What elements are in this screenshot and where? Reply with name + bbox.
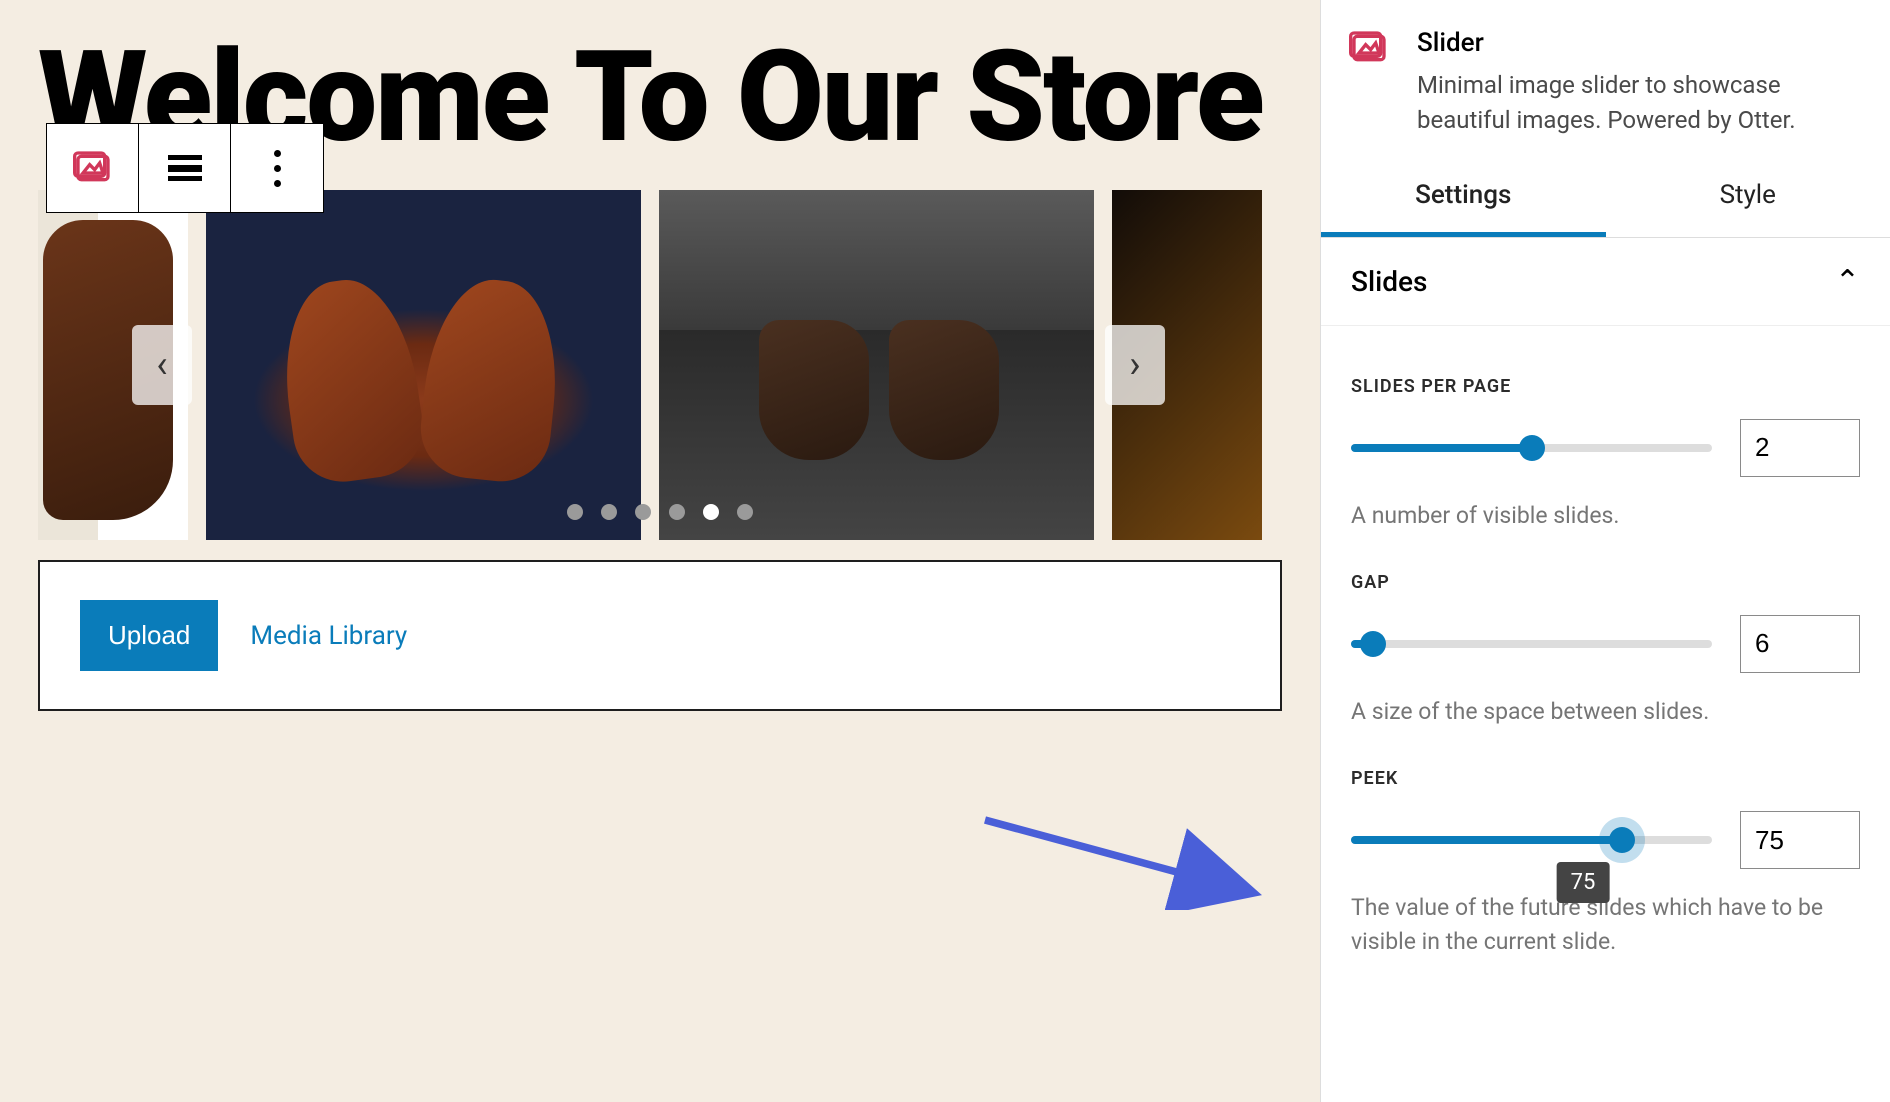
chevron-up-icon: ⌃ [1835, 264, 1860, 299]
slider-icon [73, 148, 113, 188]
block-name: Slider [1417, 28, 1862, 58]
slide-image [206, 190, 641, 540]
control-label: GAP [1351, 572, 1860, 593]
panel-title: Slides [1351, 265, 1427, 298]
slide-1 [206, 190, 641, 540]
slider-next-button[interactable]: › [1105, 325, 1165, 405]
control-help: A number of visible slides. [1351, 499, 1860, 532]
control-label: PEEK [1351, 768, 1860, 789]
slides-per-page-input[interactable] [1740, 419, 1860, 477]
align-icon [168, 155, 202, 181]
control-gap: GAP A size of the space between slides. [1351, 572, 1860, 728]
gap-input[interactable] [1740, 615, 1860, 673]
control-peek: PEEK 75 The value of the future slides w… [1351, 768, 1860, 958]
more-options-button[interactable] [231, 124, 323, 212]
media-library-link[interactable]: Media Library [250, 621, 407, 651]
slider-dot[interactable] [737, 504, 753, 520]
tab-settings[interactable]: Settings [1321, 158, 1606, 237]
slides-per-page-slider[interactable] [1351, 438, 1712, 458]
control-label: SLIDES PER PAGE [1351, 376, 1860, 397]
slider-dot[interactable] [601, 504, 617, 520]
slider-dot[interactable] [567, 504, 583, 520]
tab-style[interactable]: Style [1606, 158, 1890, 237]
inspector-sidebar: Slider Minimal image slider to showcase … [1320, 0, 1890, 1102]
peek-slider[interactable] [1351, 830, 1712, 850]
peek-input[interactable] [1740, 811, 1860, 869]
slider-dots [567, 504, 753, 520]
block-description: Minimal image slider to showcase beautif… [1417, 68, 1862, 138]
slider-tooltip: 75 [1557, 862, 1610, 903]
upload-button[interactable]: Upload [80, 600, 218, 671]
block-toolbar [46, 123, 324, 213]
slider-dot[interactable] [635, 504, 651, 520]
slide-image [659, 190, 1094, 540]
block-type-button[interactable] [47, 124, 139, 212]
more-icon [274, 150, 281, 187]
panel-slides-toggle[interactable]: Slides ⌃ [1321, 238, 1890, 326]
panel-slides-body: SLIDES PER PAGE A number of visible slid… [1321, 326, 1890, 988]
gap-slider[interactable] [1351, 634, 1712, 654]
editor-canvas: Welcome To Our Store ‹ › [0, 0, 1320, 1102]
slider-icon [1349, 28, 1397, 76]
media-placeholder: Upload Media Library [38, 560, 1282, 711]
block-card: Slider Minimal image slider to showcase … [1321, 0, 1890, 158]
slider-prev-button[interactable]: ‹ [132, 325, 192, 405]
slider-dot[interactable] [669, 504, 685, 520]
control-help: A size of the space between slides. [1351, 695, 1860, 728]
slider-dot[interactable] [703, 504, 719, 520]
align-button[interactable] [139, 124, 231, 212]
inspector-tabs: Settings Style [1321, 158, 1890, 238]
annotation-arrow [920, 760, 1320, 910]
slide-2 [659, 190, 1094, 540]
slider-block[interactable]: ‹ › [38, 190, 1282, 540]
control-slides-per-page: SLIDES PER PAGE A number of visible slid… [1351, 376, 1860, 532]
